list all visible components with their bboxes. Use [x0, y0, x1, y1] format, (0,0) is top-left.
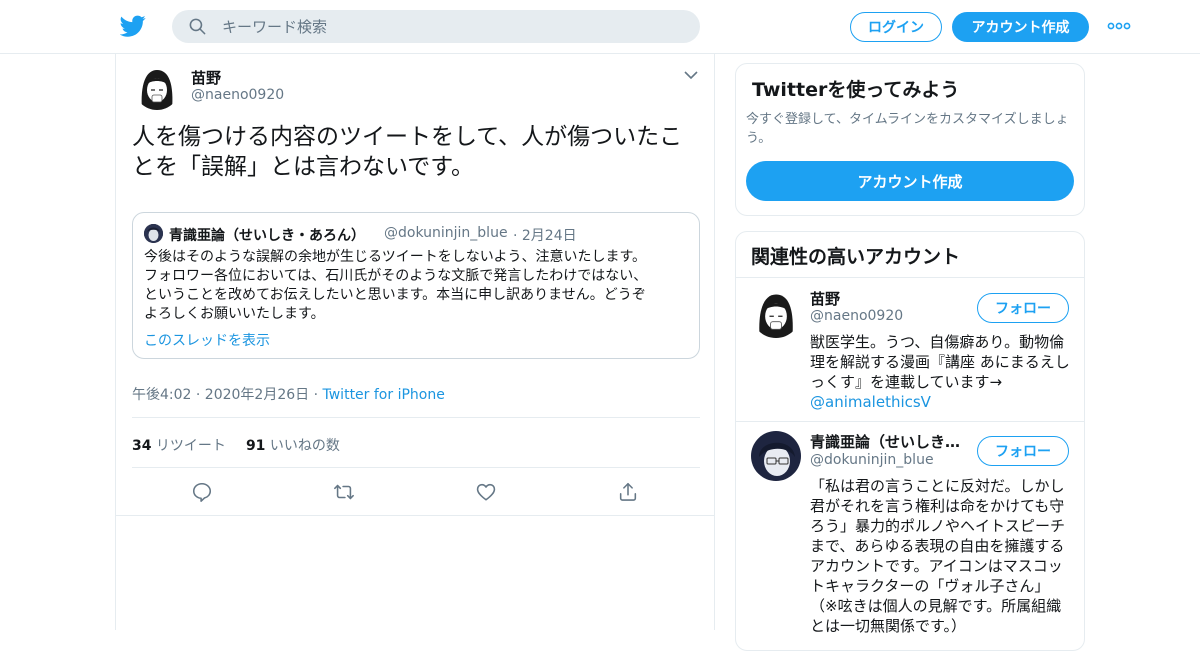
account-avatar[interactable] — [751, 431, 801, 481]
avatar-drawing — [144, 224, 163, 243]
account-handle[interactable]: @dokuninjin_blue — [810, 452, 934, 468]
like-stat[interactable]: 91 いいねの数 — [246, 438, 340, 454]
signup-card-description: 今すぐ登録して、タイムラインをカスタマイズしましょ う。 — [746, 110, 1078, 148]
tweet-source-link[interactable]: Twitter for iPhone — [323, 387, 445, 403]
search-input[interactable] — [222, 10, 682, 43]
quoted-author-name: 青識亜論（せいしき・あろん） — [169, 228, 365, 244]
account-bio: 獣医学生。うつ、自傷癖あり。動物倫 理を解説する漫画『講座 あにまるえし っくす… — [810, 332, 1072, 412]
author-name[interactable]: 苗野 — [191, 67, 221, 88]
quoted-date: · 2月24日 — [513, 228, 577, 244]
account-bio-line: まで、あらゆる表現の自由を擁護する — [810, 537, 1065, 555]
search-icon — [189, 18, 206, 35]
tweet-text-line: 人を傷つける内容のツイートをして、人が傷ついたこ — [132, 124, 683, 150]
account-name[interactable]: 苗野 — [810, 288, 970, 309]
quoted-tweet[interactable]: 青識亜論（せいしき・あろん） @dokuninjin_blue · 2月24日 … — [132, 212, 700, 359]
avatar-drawing — [751, 288, 801, 338]
account-avatar[interactable] — [751, 288, 801, 338]
retweet-label: リツイート — [151, 438, 226, 454]
share-icon[interactable] — [617, 481, 639, 503]
signup-card-description-line: う。 — [746, 131, 772, 146]
divider — [132, 417, 700, 418]
account-bio-line: トキャラクターの「ヴォル子さん」 — [810, 577, 1050, 595]
search-bar[interactable] — [172, 10, 700, 43]
related-accounts-title: 関連性の高いアカウント — [751, 246, 961, 268]
quoted-author-handle: @dokuninjin_blue — [384, 225, 508, 241]
signup-card-button[interactable]: アカウント作成 — [746, 161, 1074, 201]
author-avatar[interactable] — [134, 64, 180, 110]
divider — [736, 421, 1084, 422]
account-bio-line: （※呟きは個人の見解です。所属組織 — [810, 597, 1062, 615]
account-bio-line: 理を解説する漫画『講座 あにまるえし — [810, 353, 1070, 371]
divider — [736, 277, 1084, 278]
related-accounts-card: 関連性の高いアカウント 苗野 @naeno0920 フォロー 獣医学生。うつ、自… — [735, 231, 1085, 651]
tweet-timestamp[interactable]: 午後4:02 · 2020年2月26日 · — [132, 387, 323, 403]
quoted-text-line: フォロワー各位においては、石川氏がそのような文脈で発言したわけではない、 — [144, 268, 648, 284]
more-dots-icon[interactable] — [1107, 22, 1131, 30]
signup-card-title: Twitterを使ってみよう — [752, 79, 960, 101]
tweet-column: 苗野 @naeno0920 人を傷つける内容のツイートをして、人が傷ついたこ と… — [115, 54, 715, 630]
signup-button[interactable]: アカウント作成 — [952, 12, 1089, 42]
follow-button[interactable]: フォロー — [977, 293, 1069, 323]
signup-card-description-line: 今すぐ登録して、タイムラインをカスタマイズしましょ — [746, 112, 1069, 127]
quoted-text-line: ということを改めてお伝えしたいと思います。本当に申し訳ありません。どうぞ — [144, 287, 646, 303]
retweet-icon[interactable] — [333, 481, 355, 503]
account-bio-line: 君がそれを言う権利は命をかけても守 — [810, 497, 1065, 515]
account-bio-line: アカウントです。アイコンはマスコッ — [810, 557, 1063, 575]
twitter-bird-icon[interactable] — [120, 13, 146, 39]
account-bio-line: っくす』を連載しています→ — [810, 373, 1003, 391]
avatar-drawing — [134, 64, 180, 110]
signup-card: Twitterを使ってみよう 今すぐ登録して、タイムラインをカスタマイズしましょ… — [735, 63, 1085, 216]
account-bio-line: 獣医学生。うつ、自傷癖あり。動物倫 — [810, 333, 1065, 351]
quoted-text: 今後はそのような誤解の余地が生じるツイートをしないよう、注意いたします。 フォロ… — [144, 248, 692, 324]
account-bio: 「私は君の言うことに反対だ。しかし 君がそれを言う権利は命をかけても守 ろう」暴… — [810, 476, 1072, 636]
chevron-down-icon[interactable] — [684, 70, 698, 80]
retweet-stat[interactable]: 34 リツイート — [132, 438, 226, 454]
account-bio-line: 「私は君の言うことに反対だ。しかし — [810, 477, 1065, 495]
retweet-count: 34 — [132, 438, 152, 454]
account-bio-line: ろう」暴力的ポルノやヘイトスピーチ — [810, 517, 1066, 535]
tweet-text: 人を傷つける内容のツイートをして、人が傷ついたこ とを「誤解」とは言わないです。 — [132, 122, 702, 182]
top-nav: ログイン アカウント作成 — [0, 0, 1200, 54]
tweet-text-line: とを「誤解」とは言わないです。 — [132, 154, 475, 180]
account-handle[interactable]: @naeno0920 — [810, 308, 903, 324]
reply-icon[interactable] — [191, 481, 213, 503]
quoted-author-avatar — [144, 224, 163, 243]
quoted-text-line: よろしくお願いいたします。 — [144, 306, 325, 322]
login-button[interactable]: ログイン — [850, 12, 942, 42]
like-icon[interactable] — [475, 481, 497, 503]
account-bio-line: とは一切無関係です。） — [810, 617, 967, 635]
quoted-text-line: 今後はそのような誤解の余地が生じるツイートをしないよう、注意いたします。 — [144, 249, 647, 265]
follow-button[interactable]: フォロー — [977, 436, 1069, 466]
like-label: いいねの数 — [265, 438, 340, 454]
avatar-drawing — [751, 431, 801, 481]
account-name[interactable]: 青識亜論（せいしきあろん） — [810, 431, 970, 452]
tweet-stats: 34 リツイート 91 いいねの数 — [132, 435, 340, 455]
like-count: 91 — [245, 438, 266, 454]
author-handle[interactable]: @naeno0920 — [191, 87, 284, 103]
show-thread-link[interactable]: このスレッドを表示 — [144, 330, 270, 350]
tweet-meta: 午後4:02 · 2020年2月26日 · Twitter for iPhone — [132, 384, 445, 404]
tweet-actions — [116, 468, 714, 516]
account-bio-link[interactable]: @animalethicsV — [810, 392, 1072, 412]
